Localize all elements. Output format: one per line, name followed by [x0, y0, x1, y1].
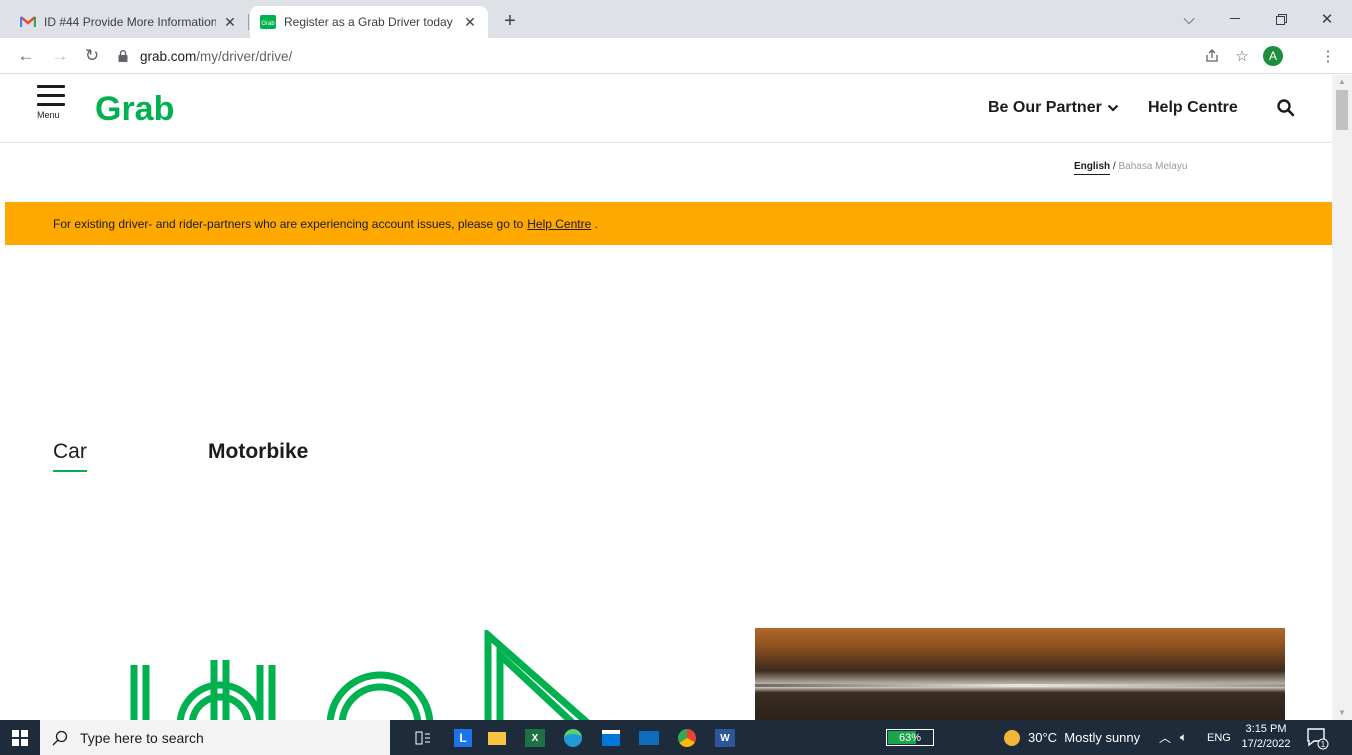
- volume-icon[interactable]: 🔈︎: [1180, 720, 1187, 755]
- menu-button[interactable]: Menu: [37, 85, 69, 131]
- clock-time: 3:15 PM: [1245, 723, 1287, 735]
- restore-button[interactable]: [1258, 0, 1304, 38]
- windows-start-button[interactable]: [0, 720, 40, 755]
- microsoft-store-icon[interactable]: [598, 725, 624, 751]
- taskbar-search-box[interactable]: Type here to search: [40, 720, 390, 755]
- show-hidden-icons-chevron-icon[interactable]: ︿: [1159, 720, 1171, 755]
- page-scrollbar[interactable]: ▲ ▼: [1332, 75, 1352, 720]
- notification-center-icon[interactable]: 1: [1305, 726, 1329, 750]
- tab-title: ID #44 Provide More Information: [44, 15, 216, 29]
- svg-text:Grab: Grab: [261, 21, 275, 27]
- browser-menu-icon[interactable]: ⋮: [1316, 44, 1340, 68]
- launcher-app-icon[interactable]: L: [450, 725, 476, 751]
- scroll-thumb[interactable]: [1336, 90, 1348, 130]
- grab-hero-logo: [130, 630, 590, 720]
- chrome-icon[interactable]: [674, 725, 700, 751]
- tab-motorbike[interactable]: Motorbike: [208, 440, 308, 464]
- search-icon: [52, 730, 68, 745]
- scroll-up-arrow-icon[interactable]: ▲: [1336, 77, 1348, 87]
- tab-car[interactable]: Car: [53, 440, 87, 472]
- mail-icon[interactable]: [636, 725, 662, 751]
- bookmark-star-icon[interactable]: ☆: [1230, 44, 1254, 68]
- clock-date: 17/2/2022: [1241, 738, 1291, 750]
- back-arrow-icon[interactable]: ←: [14, 44, 38, 68]
- chevron-down-icon: [1107, 104, 1119, 112]
- close-tab-icon[interactable]: ✕: [222, 14, 238, 30]
- grab-favicon: Grab: [260, 14, 276, 30]
- profile-avatar[interactable]: A: [1261, 44, 1285, 68]
- reload-icon[interactable]: ↻: [80, 44, 104, 68]
- sun-icon: [1004, 729, 1020, 746]
- windows-taskbar: Type here to search L X W 63% 30°C Mostl…: [0, 720, 1352, 755]
- forward-arrow-icon[interactable]: →: [48, 44, 72, 68]
- word-icon[interactable]: W: [712, 725, 738, 751]
- lang-english[interactable]: English: [1074, 161, 1111, 175]
- gmail-icon: [20, 14, 36, 30]
- edge-browser-icon[interactable]: [560, 725, 586, 751]
- account-issues-banner: For existing driver- and rider-partners …: [5, 202, 1332, 245]
- scroll-down-arrow-icon[interactable]: ▼: [1336, 708, 1348, 718]
- browser-tab-strip: ID #44 Provide More Information ✕ Grab R…: [0, 0, 1352, 38]
- battery-indicator[interactable]: 63%: [886, 729, 934, 746]
- weather-widget[interactable]: 30°C Mostly sunny: [1004, 720, 1140, 755]
- grab-logo[interactable]: Grab: [95, 89, 191, 129]
- lock-icon[interactable]: [116, 49, 130, 63]
- battery-percent: 63%: [898, 731, 922, 744]
- close-tab-icon[interactable]: ✕: [462, 14, 478, 30]
- hamburger-icon: [37, 85, 69, 106]
- site-header: Menu Grab Be Our Partner Help Centre: [0, 75, 1332, 143]
- tab-grab[interactable]: Grab Register as a Grab Driver today | C…: [250, 6, 488, 38]
- new-tab-button[interactable]: +: [498, 10, 522, 34]
- task-view-icon[interactable]: [410, 725, 436, 751]
- minimize-button[interactable]: [1212, 0, 1258, 38]
- menu-label: Menu: [37, 110, 60, 120]
- close-window-button[interactable]: ✕: [1304, 0, 1350, 38]
- url-host: grab.com: [140, 48, 197, 64]
- logo-text: Grab: [95, 90, 174, 128]
- be-our-partner-label: Be Our Partner: [988, 99, 1102, 116]
- web-page: Menu Grab Be Our Partner Help Centre Eng…: [0, 75, 1332, 720]
- search-icon[interactable]: [1275, 97, 1297, 119]
- lang-malay[interactable]: Bahasa Melayu: [1118, 161, 1187, 172]
- url-path: /my/driver/drive/: [196, 48, 293, 64]
- weather-text: 30°C Mostly sunny: [1028, 730, 1141, 745]
- tab-gmail[interactable]: ID #44 Provide More Information ✕: [10, 6, 249, 38]
- tab-title: Register as a Grab Driver today | C: [284, 15, 456, 29]
- help-centre-link[interactable]: Help Centre: [1148, 99, 1238, 117]
- notice-text: For existing driver- and rider-partners …: [53, 216, 524, 231]
- tab-search-chevron-icon[interactable]: ⌵: [1166, 0, 1212, 38]
- system-clock[interactable]: 3:15 PM 17/2/2022: [1236, 722, 1296, 752]
- windows-logo-icon: [12, 729, 28, 746]
- be-our-partner-menu[interactable]: Be Our Partner: [988, 99, 1119, 117]
- input-language[interactable]: ENG: [1207, 720, 1231, 755]
- browser-toolbar: ← → ↻ grab.com/my/driver/drive/ ☆ A ⋮: [0, 38, 1352, 74]
- hero-car-photo: [755, 628, 1285, 720]
- address-bar[interactable]: grab.com/my/driver/drive/: [116, 42, 1296, 70]
- notice-help-centre-link[interactable]: Help Centre: [527, 217, 591, 231]
- photo-highlight: [755, 684, 1285, 687]
- excel-icon[interactable]: X: [522, 725, 548, 751]
- avatar: A: [1263, 46, 1283, 66]
- language-switcher: English / Bahasa Melayu: [1074, 161, 1187, 175]
- share-icon[interactable]: [1200, 44, 1224, 68]
- notice-suffix: .: [591, 216, 598, 231]
- taskbar-search-placeholder: Type here to search: [80, 729, 204, 746]
- notification-count: 1: [1321, 740, 1326, 749]
- file-explorer-icon[interactable]: [484, 725, 510, 751]
